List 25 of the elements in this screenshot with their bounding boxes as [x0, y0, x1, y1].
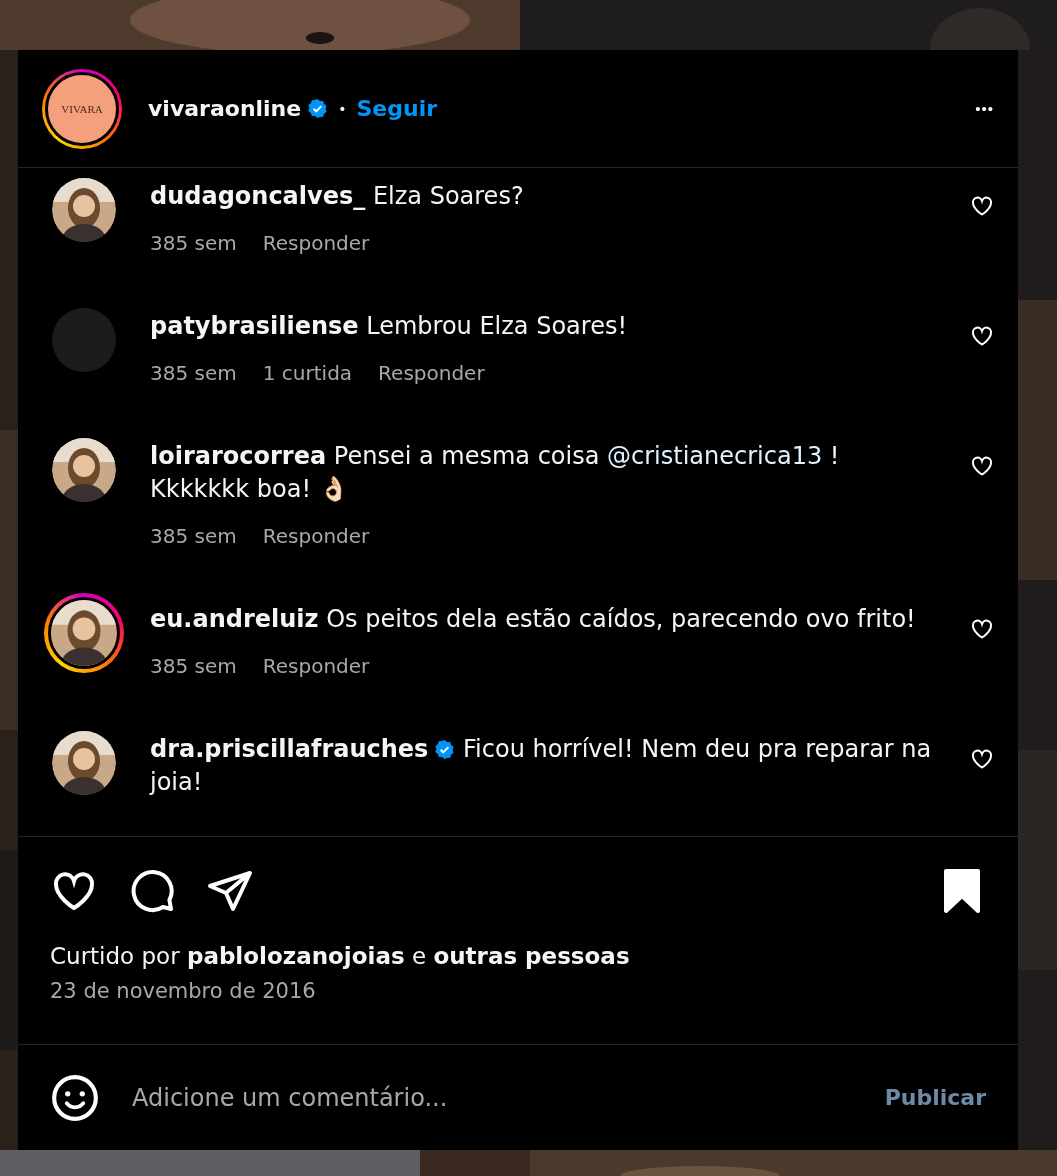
more-options-button[interactable]: ••• — [975, 100, 994, 117]
comment-meta: 385 sem — [150, 231, 237, 255]
comment-input[interactable]: Adicione um comentário... — [130, 1082, 885, 1113]
comment-text: patybrasiliense Lembrou Elza Soares! — [150, 311, 629, 342]
comment-meta: 1 curtida — [262, 361, 353, 385]
comment-text: dudagoncalves_ Elza Soares? — [150, 181, 525, 212]
reply-button[interactable]: Responder — [262, 524, 370, 548]
comment-meta: 385 sem — [150, 524, 237, 548]
follow-button[interactable]: Seguir — [356, 96, 438, 121]
reply-button[interactable]: Responder — [378, 361, 485, 385]
mention-link[interactable]: @cristianecrica13 — [607, 442, 823, 470]
comment-meta: 385 sem — [150, 361, 237, 385]
comment-text: dra.priscillafrauches Ficou horrível! Nem deu pra reparar na joia! — [150, 734, 933, 798]
comment-text: loirarocorrea Pensei a mesma coisa @cristianecrica13 ! Kkkkkkk boa! 👌🏻 — [150, 441, 841, 505]
logo-text: VIVARA — [61, 102, 103, 115]
comment-text: eu.andreluiz Os peitos dela estão caídos, parecendo ovo frito! — [150, 604, 917, 635]
comment-meta: 385 sem — [150, 654, 237, 678]
separator-dot: • — [338, 100, 347, 117]
publish-button[interactable]: Publicar — [884, 1085, 986, 1110]
reply-button[interactable]: Responder — [262, 231, 370, 255]
reply-button[interactable]: Responder — [262, 654, 370, 678]
username[interactable]: vivaraonline — [148, 96, 302, 121]
liked-by-text: Curtido por pablolozanojoias e outras pessoas — [50, 943, 631, 969]
post-date: 23 de novembro de 2016 — [50, 979, 317, 1003]
story-ring[interactable]: VIVARA — [42, 68, 122, 149]
